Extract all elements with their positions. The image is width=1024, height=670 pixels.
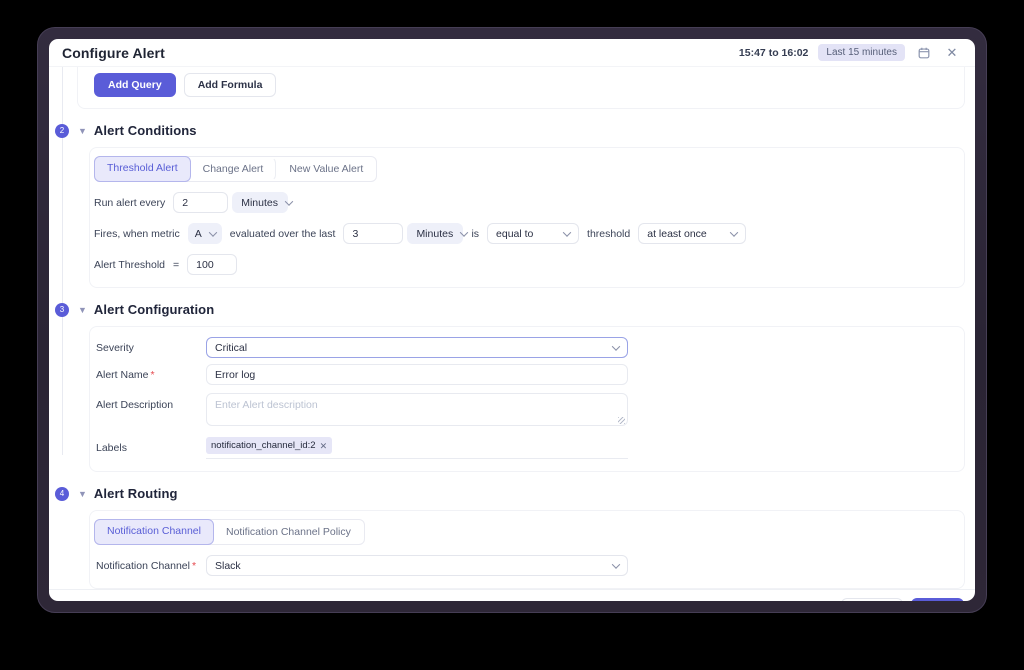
tab-threshold-alert[interactable]: Threshold Alert	[94, 156, 191, 182]
threshold-label: threshold	[587, 227, 631, 240]
collapse-caret-icon[interactable]: ▼	[78, 489, 87, 499]
section-title: Alert Configuration	[93, 302, 215, 317]
routing-tabs: Notification Channel Notification Channe…	[94, 519, 365, 545]
page-title: Configure Alert	[62, 44, 165, 61]
alert-type-tabs: Threshold Alert Change Alert New Value A…	[94, 156, 378, 182]
labels-row: Labels notification_channel_id:2 ✕	[94, 437, 954, 459]
alert-routing-box: Notification Channel Notification Channe…	[89, 510, 965, 589]
window-unit-select[interactable]: Minutes	[407, 223, 469, 244]
chevron-down-icon	[611, 341, 621, 351]
section-title: Alert Routing	[93, 486, 178, 501]
configure-alert-modal: Configure Alert 15:47 to 16:02 Last 15 m…	[49, 39, 975, 601]
alert-routing-header: 4 ▼ Alert Routing	[49, 486, 965, 501]
is-label: is	[471, 227, 480, 240]
chevron-down-icon	[459, 227, 469, 237]
add-formula-button[interactable]: Add Formula	[183, 73, 277, 97]
severity-row: Severity Critical	[94, 337, 954, 358]
cancel-button[interactable]: Cancel	[841, 598, 904, 601]
remove-tag-icon[interactable]: ✕	[320, 441, 328, 450]
alert-description-textarea[interactable]	[206, 393, 628, 426]
tab-new-value-alert[interactable]: New Value Alert	[276, 157, 376, 181]
metric-select[interactable]: A	[187, 223, 222, 244]
save-button[interactable]: Save	[911, 598, 964, 601]
equals-sign: =	[173, 258, 180, 271]
severity-label: Severity	[96, 341, 134, 354]
time-range-badge[interactable]: Last 15 minutes	[818, 44, 905, 61]
collapse-caret-icon[interactable]: ▼	[78, 126, 87, 136]
calendar-icon[interactable]	[915, 44, 933, 62]
severity-select[interactable]: Critical	[206, 337, 628, 358]
run-alert-every-row: Run alert every Minutes	[94, 192, 954, 213]
fires-condition-row: Fires, when metric A evaluated over the …	[94, 223, 954, 244]
time-range-text: 15:47 to 16:02	[738, 46, 809, 59]
query-section: Add Query Add Formula	[77, 67, 965, 109]
alert-name-input[interactable]	[206, 364, 628, 385]
run-interval-input[interactable]	[173, 192, 229, 213]
labels-input-area[interactable]: notification_channel_id:2 ✕	[206, 437, 628, 459]
modal-header: Configure Alert 15:47 to 16:02 Last 15 m…	[49, 39, 975, 67]
run-interval-unit-select[interactable]: Minutes	[232, 192, 294, 213]
chevron-down-icon	[562, 227, 572, 237]
run-alert-every-label: Run alert every	[94, 196, 166, 209]
alert-description-label: Alert Description	[96, 399, 174, 411]
step-badge: 4	[55, 486, 69, 501]
alert-threshold-input[interactable]	[187, 254, 238, 275]
window-value-input[interactable]	[343, 223, 404, 244]
modal-frame: Configure Alert 15:47 to 16:02 Last 15 m…	[37, 27, 987, 613]
label-tag: notification_channel_id:2 ✕	[206, 437, 333, 454]
required-asterisk: *	[191, 559, 197, 572]
chevron-down-icon	[208, 227, 218, 237]
tab-change-alert[interactable]: Change Alert	[190, 157, 277, 181]
alert-description-row: Alert Description	[94, 393, 954, 429]
evaluated-over-label: evaluated over the last	[229, 227, 336, 240]
notification-channel-select[interactable]: Slack	[206, 555, 628, 576]
occurrence-select[interactable]: at least once	[638, 223, 747, 244]
chevron-down-icon	[284, 196, 294, 206]
chevron-down-icon	[729, 227, 739, 237]
step-badge: 2	[55, 123, 69, 138]
labels-label: Labels	[96, 442, 127, 454]
alert-threshold-label: Alert Threshold	[94, 258, 166, 271]
alert-conditions-box: Threshold Alert Change Alert New Value A…	[89, 147, 965, 288]
resize-grip-icon[interactable]	[618, 417, 625, 424]
required-asterisk: *	[150, 368, 155, 381]
section-title: Alert Conditions	[93, 123, 197, 138]
notification-channel-row: Notification Channel * Slack	[94, 555, 954, 576]
notification-channel-label: Notification Channel *	[96, 559, 197, 572]
tab-notification-channel-policy[interactable]: Notification Channel Policy	[213, 520, 364, 544]
fires-prefix-label: Fires, when metric	[94, 227, 180, 240]
operator-select[interactable]: equal to	[487, 223, 580, 244]
alert-name-row: Alert Name *	[94, 364, 954, 385]
close-icon[interactable]: ✕	[943, 44, 961, 62]
alert-configuration-box: Severity Critical Alert Name* Alert Desc…	[89, 326, 965, 472]
alert-configuration-header: 3 ▼ Alert Configuration	[49, 302, 965, 317]
add-query-button[interactable]: Add Query	[94, 73, 176, 97]
modal-body: Add Query Add Formula 2 ▼ Alert Conditio…	[49, 67, 975, 589]
tab-notification-channel[interactable]: Notification Channel	[94, 519, 214, 545]
chevron-down-icon	[611, 559, 621, 569]
alert-threshold-row: Alert Threshold =	[94, 254, 954, 275]
collapse-caret-icon[interactable]: ▼	[78, 305, 87, 315]
alert-name-label: Alert Name *	[96, 368, 155, 381]
modal-footer: Cancel Save	[49, 589, 975, 601]
alert-conditions-header: 2 ▼ Alert Conditions	[49, 123, 965, 138]
step-badge: 3	[55, 302, 69, 317]
